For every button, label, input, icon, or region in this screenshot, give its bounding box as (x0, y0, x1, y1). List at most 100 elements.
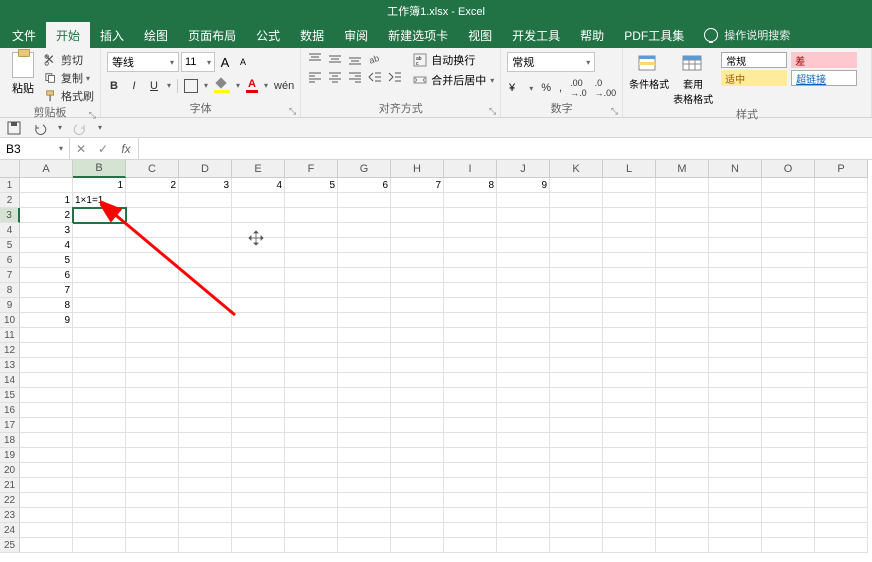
column-header[interactable]: I (444, 160, 497, 178)
row-header[interactable]: 23 (0, 508, 20, 523)
select-all-button[interactable] (0, 160, 20, 178)
cell[interactable] (232, 448, 285, 463)
orientation-button[interactable]: ab (367, 52, 383, 66)
cell[interactable] (815, 508, 868, 523)
cell[interactable] (232, 523, 285, 538)
cell[interactable] (709, 403, 762, 418)
cell[interactable] (20, 343, 73, 358)
cell[interactable] (179, 328, 232, 343)
column-header[interactable]: N (709, 160, 762, 178)
redo-button[interactable] (72, 120, 88, 136)
cell[interactable] (391, 223, 444, 238)
fx-icon[interactable]: fx (114, 142, 138, 156)
row-header[interactable]: 19 (0, 448, 20, 463)
cell[interactable]: 7 (20, 283, 73, 298)
cell[interactable] (232, 508, 285, 523)
cell[interactable] (179, 388, 232, 403)
cell[interactable]: 3 (179, 178, 232, 193)
cell[interactable] (73, 253, 126, 268)
cell[interactable] (285, 388, 338, 403)
cell[interactable] (603, 523, 656, 538)
cell[interactable] (497, 373, 550, 388)
cell[interactable] (338, 298, 391, 313)
row-header[interactable]: 7 (0, 268, 20, 283)
cell[interactable] (762, 283, 815, 298)
cell[interactable] (550, 523, 603, 538)
row-header[interactable]: 18 (0, 433, 20, 448)
cell[interactable] (497, 298, 550, 313)
cell[interactable]: 2 (126, 178, 179, 193)
align-middle-button[interactable] (327, 52, 343, 66)
cell[interactable] (603, 493, 656, 508)
cell[interactable] (285, 283, 338, 298)
cell[interactable] (603, 448, 656, 463)
cell[interactable] (603, 208, 656, 223)
accounting-format-button[interactable]: ¥ (507, 80, 521, 97)
cell[interactable] (179, 433, 232, 448)
cell[interactable] (179, 523, 232, 538)
underline-button[interactable]: U (147, 80, 161, 92)
cell[interactable] (285, 538, 338, 553)
cell[interactable] (709, 418, 762, 433)
cell[interactable] (391, 193, 444, 208)
cell[interactable] (550, 223, 603, 238)
cell[interactable] (603, 508, 656, 523)
row-header[interactable]: 9 (0, 298, 20, 313)
row-header[interactable]: 15 (0, 388, 20, 403)
cell[interactable] (656, 493, 709, 508)
cell[interactable] (709, 208, 762, 223)
cell[interactable] (391, 283, 444, 298)
row-header[interactable]: 10 (0, 313, 20, 328)
cell[interactable] (285, 208, 338, 223)
cell[interactable] (232, 358, 285, 373)
cell[interactable] (179, 208, 232, 223)
cell[interactable] (285, 298, 338, 313)
cell[interactable] (20, 403, 73, 418)
cell[interactable] (20, 448, 73, 463)
cell[interactable] (709, 178, 762, 193)
cell[interactable] (550, 508, 603, 523)
launcher-icon[interactable]: ⤡ (611, 106, 618, 117)
border-button[interactable] (184, 79, 198, 93)
cell[interactable] (285, 268, 338, 283)
cell[interactable] (232, 268, 285, 283)
cell[interactable] (232, 343, 285, 358)
cell[interactable] (497, 418, 550, 433)
cell[interactable] (126, 358, 179, 373)
cell[interactable] (550, 433, 603, 448)
cell[interactable]: 2 (20, 208, 73, 223)
cell[interactable] (603, 253, 656, 268)
fill-color-button[interactable] (214, 79, 230, 93)
cell[interactable] (73, 493, 126, 508)
cell[interactable] (497, 268, 550, 283)
cell[interactable] (126, 268, 179, 283)
cell[interactable] (497, 523, 550, 538)
cell[interactable] (285, 358, 338, 373)
cell[interactable]: 4 (232, 178, 285, 193)
column-header[interactable]: H (391, 160, 444, 178)
cell[interactable] (815, 223, 868, 238)
cell[interactable] (762, 448, 815, 463)
cell[interactable] (73, 223, 126, 238)
paste-button[interactable]: 粘贴 (6, 50, 40, 96)
cell[interactable] (762, 298, 815, 313)
number-format-dropdown[interactable]: 常规 ▾ (507, 52, 595, 72)
cell[interactable] (73, 283, 126, 298)
row-header[interactable]: 8 (0, 283, 20, 298)
cell[interactable] (20, 523, 73, 538)
cell[interactable] (126, 328, 179, 343)
cell[interactable] (285, 433, 338, 448)
cell[interactable] (20, 358, 73, 373)
cell[interactable] (285, 508, 338, 523)
cell[interactable] (285, 328, 338, 343)
cell[interactable] (232, 493, 285, 508)
cell[interactable] (179, 538, 232, 553)
cell[interactable] (20, 463, 73, 478)
cell[interactable] (709, 448, 762, 463)
cell[interactable] (391, 388, 444, 403)
cell[interactable] (285, 253, 338, 268)
cell[interactable] (815, 283, 868, 298)
column-header[interactable]: C (126, 160, 179, 178)
cell[interactable] (179, 313, 232, 328)
cell[interactable] (603, 463, 656, 478)
